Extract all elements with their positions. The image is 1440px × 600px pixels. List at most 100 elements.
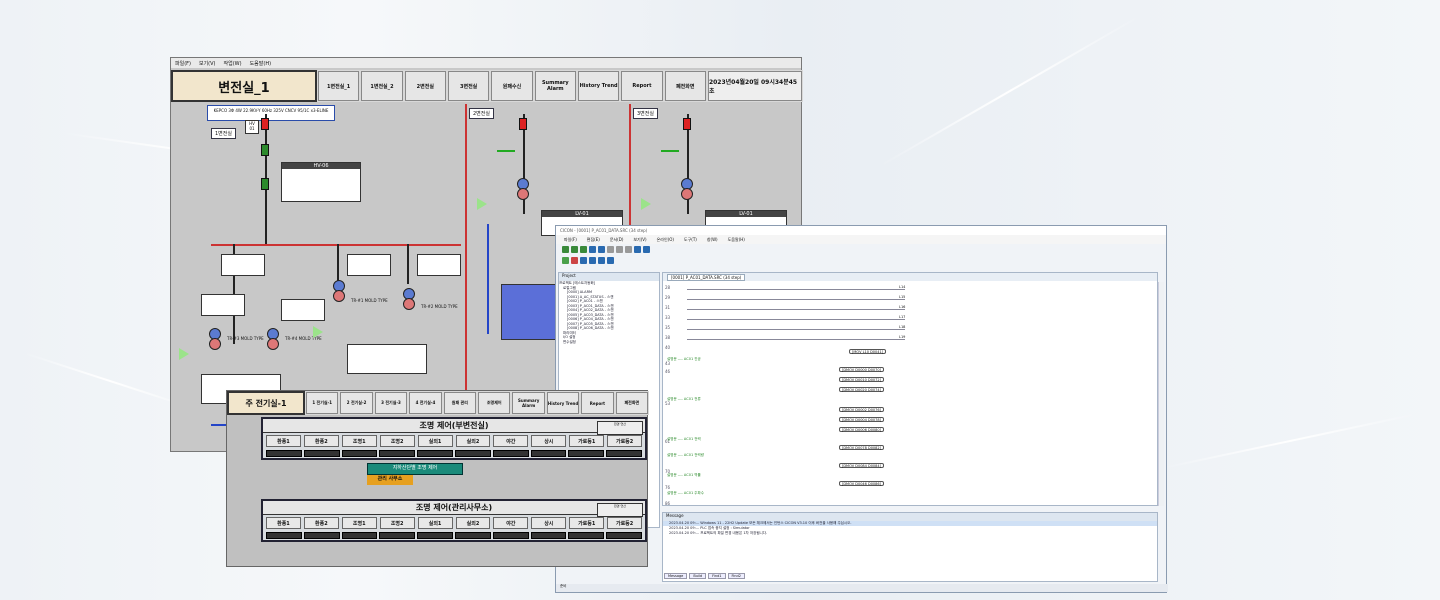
vertical-scrollbar[interactable] bbox=[1158, 282, 1164, 506]
nav-button[interactable]: 원패수신 bbox=[491, 71, 533, 101]
menu-view[interactable]: 보기(V) bbox=[633, 237, 646, 243]
breaker-icon[interactable] bbox=[261, 178, 269, 190]
nav-button[interactable]: 폐전화면 bbox=[664, 71, 706, 101]
transformer-icon[interactable] bbox=[333, 290, 345, 302]
cut-icon[interactable] bbox=[607, 246, 614, 253]
on-off-toggle[interactable] bbox=[606, 532, 642, 539]
breaker-icon[interactable] bbox=[683, 118, 691, 130]
nav-button-report[interactable]: Report bbox=[581, 392, 614, 414]
on-off-toggle[interactable] bbox=[303, 450, 340, 457]
lighting-button[interactable]: 조명2 bbox=[379, 435, 415, 447]
new-icon[interactable] bbox=[562, 246, 569, 253]
tab-find2[interactable]: Find2 bbox=[727, 573, 745, 579]
on-off-toggle[interactable] bbox=[379, 450, 416, 457]
on-off-toggle[interactable] bbox=[303, 532, 340, 539]
menu-online[interactable]: 온라인(O) bbox=[657, 237, 674, 243]
paste-icon[interactable] bbox=[625, 246, 632, 253]
nav-button[interactable]: 3 전기실-3 bbox=[374, 392, 408, 414]
download-icon[interactable] bbox=[598, 246, 605, 253]
instruction-box[interactable]: [DMOV D0000 D0070] bbox=[839, 367, 884, 372]
lighting-button[interactable]: 상시 bbox=[531, 435, 567, 447]
lighting-button[interactable]: 실외1 bbox=[417, 517, 453, 529]
on-off-toggle[interactable] bbox=[492, 532, 529, 539]
on-off-toggle[interactable] bbox=[568, 532, 605, 539]
lighting-button[interactable]: 가로등2 bbox=[607, 435, 643, 447]
lighting-button[interactable]: 야간 bbox=[493, 517, 529, 529]
coil-icon[interactable] bbox=[598, 257, 605, 264]
tab-message[interactable]: Message bbox=[664, 573, 688, 579]
switch-icon[interactable] bbox=[497, 150, 515, 152]
tab-find1[interactable]: Find1 bbox=[708, 573, 726, 579]
line-icon[interactable] bbox=[607, 257, 614, 264]
on-off-toggle[interactable] bbox=[266, 532, 302, 539]
on-off-toggle[interactable] bbox=[417, 532, 453, 539]
editor-tab[interactable]: [0001] P_AC01_DATA.SRC (34 step) bbox=[667, 273, 746, 281]
on-off-toggle[interactable] bbox=[341, 532, 378, 539]
menu-file[interactable]: 파일(F) bbox=[175, 60, 191, 67]
instruction-box[interactable]: [MOV L10 D0041] bbox=[849, 349, 887, 354]
on-off-toggle[interactable] bbox=[454, 532, 491, 539]
on-off-toggle[interactable] bbox=[606, 450, 642, 457]
nav-button[interactable]: 4 전기실-4 bbox=[409, 392, 442, 414]
menu-view[interactable]: 보기(V) bbox=[199, 60, 216, 67]
instruction-box[interactable]: [DMOV D0078 D0082] bbox=[839, 445, 884, 450]
nav-button-report[interactable]: Report bbox=[621, 71, 663, 101]
lighting-button[interactable]: 환풍1 bbox=[266, 517, 301, 529]
breaker-icon[interactable] bbox=[519, 118, 527, 130]
lighting-button[interactable]: 조명1 bbox=[341, 435, 377, 447]
nav-button-summary-alarm[interactable]: Summary Alarm bbox=[512, 392, 545, 414]
tab-build[interactable]: Build bbox=[689, 573, 707, 579]
lighting-button[interactable]: 야간 bbox=[493, 435, 529, 447]
nav-button[interactable]: 2 전기실-2 bbox=[340, 392, 373, 414]
transformer-icon[interactable] bbox=[209, 338, 221, 350]
ladder-editor[interactable]: [0001] P_AC01_DATA.SRC (34 step) 28 29 3… bbox=[662, 272, 1158, 506]
menu-help[interactable]: 도움말(H) bbox=[728, 237, 745, 243]
lighting-button[interactable]: 가로등1 bbox=[569, 517, 605, 529]
transformer-icon[interactable] bbox=[403, 298, 415, 310]
save-icon[interactable] bbox=[580, 246, 587, 253]
tree-item[interactable]: 변수설정 bbox=[559, 340, 659, 345]
menu-help[interactable]: 도움말(H) bbox=[250, 60, 271, 67]
menu-edit[interactable]: 편집(E) bbox=[587, 237, 600, 243]
lighting-button[interactable]: 상시 bbox=[531, 517, 567, 529]
instruction-box[interactable]: [DMOV D0046 D0086] bbox=[839, 481, 884, 486]
stop-icon[interactable] bbox=[571, 257, 578, 264]
transformer-icon[interactable] bbox=[681, 188, 693, 200]
lighting-button[interactable]: 환풍2 bbox=[303, 517, 339, 529]
lighting-button[interactable]: 조명2 bbox=[379, 517, 415, 529]
lighting-button[interactable]: 실외2 bbox=[455, 435, 491, 447]
instruction-box[interactable]: [DMOV D0002 D0076] bbox=[839, 407, 884, 412]
nav-button[interactable]: 1변전실_2 bbox=[361, 71, 403, 101]
lighting-button[interactable]: 환풍2 bbox=[303, 435, 339, 447]
menu-work[interactable]: 작업(W) bbox=[224, 60, 242, 67]
zoom-icon[interactable] bbox=[634, 246, 641, 253]
nav-button[interactable]: 3변전실 bbox=[447, 71, 490, 101]
lighting-button[interactable]: 환풍1 bbox=[266, 435, 301, 447]
nav-button[interactable]: 1변전실_1 bbox=[318, 71, 360, 101]
instruction-box[interactable]: [DMOV D0004 D0078] bbox=[839, 417, 884, 422]
menu-window[interactable]: 창(W) bbox=[707, 237, 718, 243]
transformer-icon[interactable] bbox=[517, 188, 529, 200]
lighting-button[interactable]: 실외2 bbox=[455, 517, 491, 529]
breaker-icon[interactable] bbox=[261, 144, 269, 156]
on-off-toggle[interactable] bbox=[492, 450, 529, 457]
switch-icon[interactable] bbox=[661, 150, 679, 152]
on-off-toggle[interactable] bbox=[568, 450, 605, 457]
office-button[interactable]: 관리 사무소 bbox=[367, 475, 413, 485]
menu-tools[interactable]: 도구(T) bbox=[684, 237, 697, 243]
instruction-box[interactable]: [DMOV D0006 D0080] bbox=[839, 427, 884, 432]
build-icon[interactable] bbox=[589, 246, 596, 253]
on-off-toggle[interactable] bbox=[454, 450, 491, 457]
lighting-button[interactable]: 가로등2 bbox=[607, 517, 643, 529]
instruction-box[interactable]: [DMOV D0084 D0084] bbox=[839, 463, 884, 468]
transformer-icon[interactable] bbox=[267, 338, 279, 350]
nav-button[interactable]: 폐전화면 bbox=[615, 392, 649, 414]
on-off-toggle[interactable] bbox=[379, 532, 416, 539]
menu-file[interactable]: 파일(F) bbox=[564, 237, 577, 243]
nav-button[interactable]: 1 전기실-1 bbox=[306, 392, 339, 414]
find-icon[interactable] bbox=[643, 246, 650, 253]
on-off-toggle[interactable] bbox=[530, 532, 567, 539]
contact-icon[interactable] bbox=[589, 257, 596, 264]
monitor-icon[interactable] bbox=[580, 257, 587, 264]
run-icon[interactable] bbox=[562, 257, 569, 264]
